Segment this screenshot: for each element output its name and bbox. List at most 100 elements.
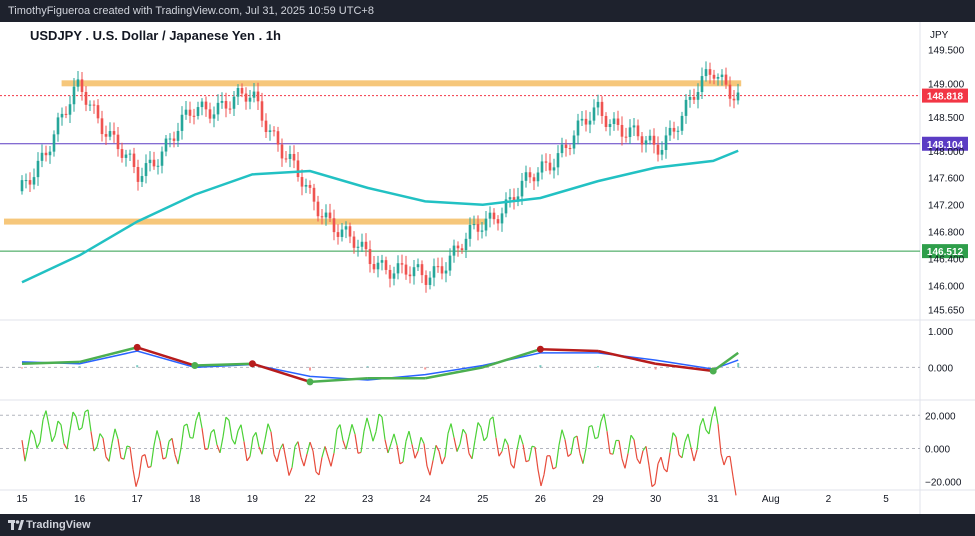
time-axis-tick-label: 31 [708, 494, 720, 505]
candle-body [304, 184, 308, 187]
candle-body [228, 108, 232, 110]
rsi-line-segment [693, 449, 698, 462]
rsi-line-segment [444, 433, 449, 458]
rsi-line-segment [243, 441, 248, 461]
time-axis-tick-label: 24 [420, 494, 432, 505]
rsi-line-segment [582, 448, 587, 464]
candle-body [36, 160, 40, 178]
rsi-line-segment [411, 444, 416, 459]
rsi-line-segment [111, 428, 116, 444]
candle-body [148, 159, 152, 164]
rsi-line-segment [309, 441, 314, 452]
candle-body [572, 135, 576, 149]
rsi-line-segment [237, 424, 242, 432]
candle-body [472, 224, 476, 226]
price-axis-tick-label: 147.600 [928, 174, 965, 185]
rsi-line-segment [108, 443, 113, 462]
rsi-line-segment [159, 440, 164, 460]
candle-body [360, 241, 364, 247]
rsi-line-segment [492, 416, 497, 438]
oscillator-histogram-bar [78, 366, 81, 368]
candle-body [296, 160, 300, 178]
candle-body [584, 118, 588, 125]
support-resistance-zone [61, 80, 742, 87]
rsi-line-segment [81, 411, 86, 428]
candle-body [312, 187, 316, 202]
candle-body [528, 172, 532, 178]
rsi-line-segment [459, 429, 464, 445]
rsi-line-segment [669, 432, 674, 453]
oscillator-histogram-bar [366, 366, 369, 368]
candle-body [320, 216, 324, 218]
rsi-line-segment [660, 456, 665, 469]
rsi-line-segment [624, 453, 629, 469]
candle-body [592, 107, 596, 121]
candle-body [500, 213, 504, 224]
rsi-line-segment [363, 417, 368, 432]
rsi-line-segment [531, 445, 536, 448]
rsi-line-segment [165, 441, 170, 458]
rsi-line-segment [36, 441, 41, 449]
attribution-text: TimothyFigueroa created with TradingView… [8, 5, 374, 17]
rsi-line-segment [597, 421, 602, 438]
rsi-line-segment [201, 427, 206, 450]
candle-body [532, 177, 536, 182]
candle-body [232, 96, 236, 109]
candle-body [84, 91, 88, 105]
chart-svg[interactable]: 148.818148.104146.512 149.500149.000148.… [0, 22, 975, 514]
candle-body [136, 167, 140, 182]
rsi-line-segment [57, 420, 62, 426]
rsi-line-segment [534, 446, 539, 470]
candle-body [116, 134, 120, 150]
candle-body [252, 91, 256, 98]
rsi-line-segment [723, 456, 728, 466]
moving-average-line [21, 149, 739, 284]
candle-body [128, 153, 132, 155]
rsi-line-segment [48, 425, 53, 442]
candle-body [432, 266, 436, 278]
rsi-line-segment [195, 411, 200, 421]
candle-body [156, 165, 160, 167]
chart-area[interactable]: 148.818 148.104 146.512 149.500 149.000 148.… [0, 22, 975, 514]
oscillator-histogram-bar [424, 367, 427, 370]
candle-body [184, 109, 188, 115]
rsi-line-segment [519, 434, 524, 445]
candle-body [560, 144, 564, 154]
currency-label: JPY [930, 30, 949, 41]
attribution-bar: TimothyFigueroa created with TradingView… [0, 0, 975, 22]
candle-body [112, 131, 116, 135]
time-axis-tick-label: 22 [304, 494, 316, 505]
candle-body [192, 115, 196, 117]
rsi-line-segment [432, 445, 437, 461]
rsi-line-segment [462, 428, 467, 435]
candle-body [652, 135, 656, 145]
candle-body [140, 176, 144, 182]
candle-body [684, 99, 688, 116]
rsi-line-segment [348, 424, 353, 437]
candle-body [672, 127, 676, 132]
candle-body [76, 79, 80, 87]
rsi-line-segment [51, 435, 56, 442]
candle-body [308, 184, 312, 188]
rsi-line-segment [702, 418, 707, 431]
rsi-line-segment [318, 457, 323, 476]
candle-body [288, 153, 292, 159]
candle-body [588, 120, 592, 125]
rsi-line-segment [312, 450, 317, 472]
time-axis-tick-label: 17 [132, 494, 144, 505]
rsi-line-segment [627, 435, 632, 454]
rsi-line-segment [171, 438, 176, 455]
rsi-line-segment [99, 433, 104, 439]
rsi-line-segment [408, 430, 413, 445]
rsi-line-segment [273, 454, 278, 463]
candle-body [476, 224, 480, 232]
time-axis-tick-label: 23 [362, 494, 374, 505]
candle-body [20, 180, 24, 192]
candle-body [396, 263, 400, 274]
rsi-line-segment [33, 434, 38, 449]
price-axis-tick-label: 145.650 [928, 305, 965, 316]
candle-body [44, 152, 48, 156]
candle-body [460, 248, 464, 251]
candle-body [428, 277, 432, 285]
candle-body [736, 92, 740, 101]
